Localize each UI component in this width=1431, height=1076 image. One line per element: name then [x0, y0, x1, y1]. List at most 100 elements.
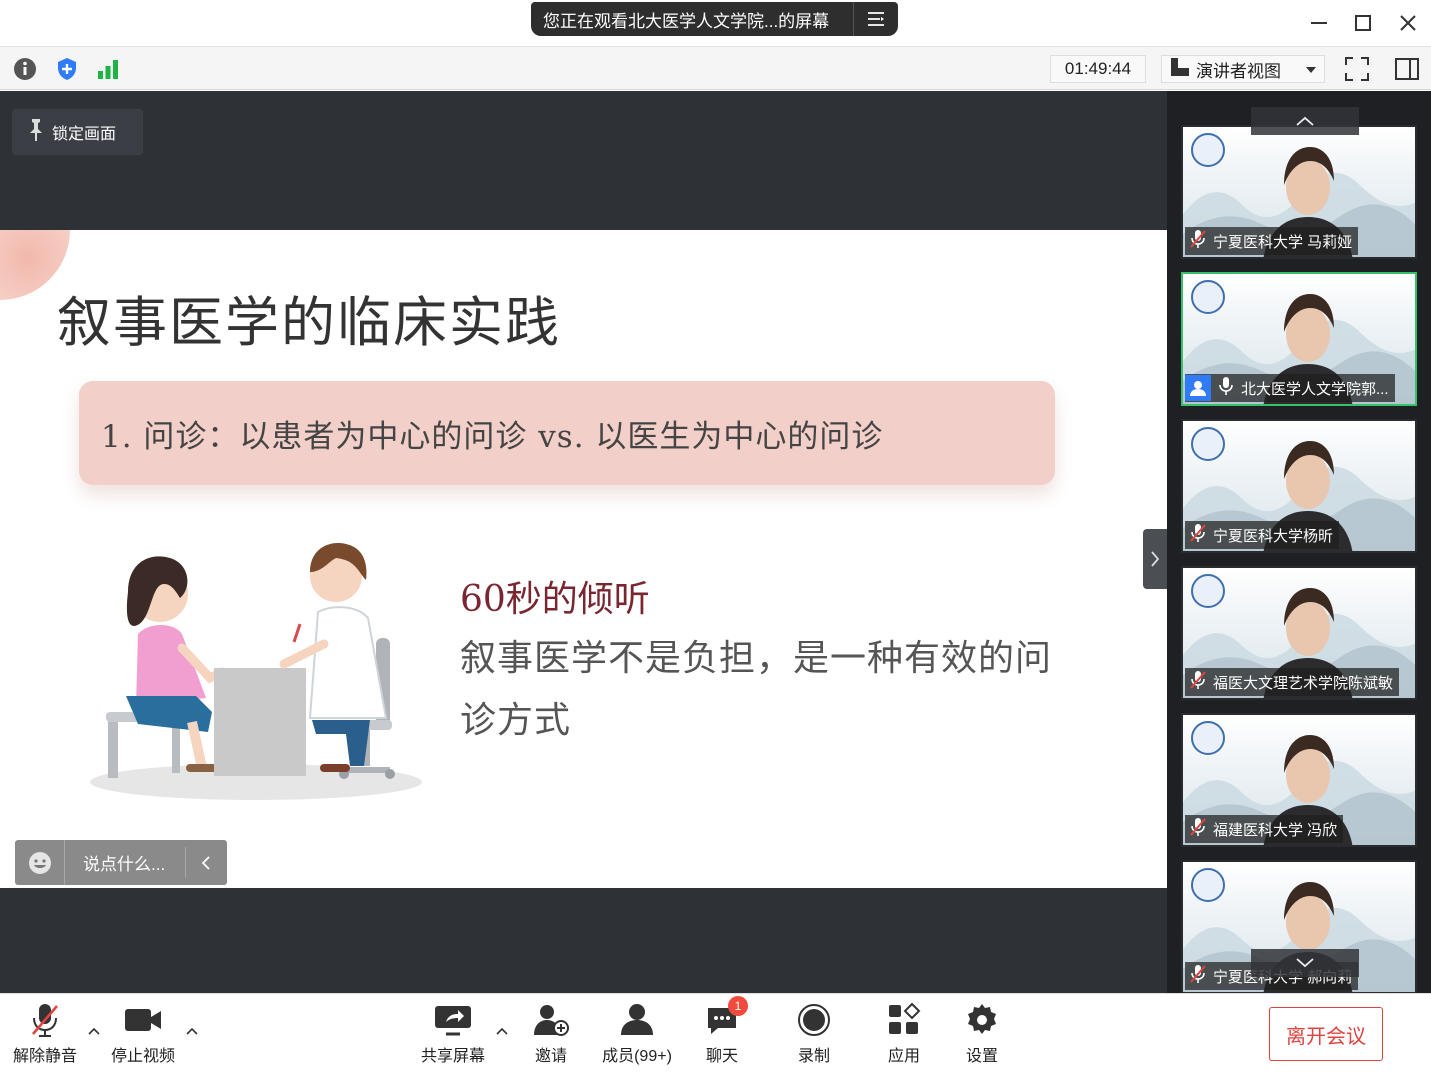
presentation-slide: 叙事医学的临床实践 1. 问诊：以患者为中心的问诊 vs. 以医生为中心的问诊	[0, 230, 1167, 888]
view-mode-label: 演讲者视图	[1196, 61, 1281, 81]
share-options-caret-icon[interactable]	[494, 1024, 510, 1038]
slide-heading: 60秒的倾听	[460, 579, 650, 620]
comment-bar[interactable]: 说点什么...	[15, 840, 227, 885]
record-label: 录制	[797, 1048, 830, 1065]
stop-video-label: 停止视频	[110, 1048, 175, 1065]
slide-body-text: 叙事医学不是负担，是一种有效的问诊方式	[460, 638, 1053, 741]
meeting-toolbar: 01:49:44 演讲者视图	[0, 46, 1431, 90]
leave-meeting-button[interactable]: 离开会议	[1269, 1007, 1383, 1061]
share-notice-text: 您正在观看北大医学人文学院...的屏幕	[543, 11, 830, 31]
university-logo-image	[1191, 280, 1225, 314]
chat-label: 聊天	[705, 1048, 738, 1065]
participant-name: 福建医科大学 冯欣	[1213, 821, 1338, 839]
participant-tile[interactable]: 福建医科大学 冯欣	[1181, 713, 1417, 847]
chat-badge: 1	[728, 996, 748, 1016]
chevron-right-icon	[1151, 551, 1160, 567]
university-logo-image	[1191, 574, 1225, 608]
mic-muted-icon	[1189, 229, 1207, 253]
share-screen-button[interactable]: 共享屏幕	[418, 1000, 488, 1070]
participant-tile[interactable]: 宁夏医科大学 马莉娅	[1181, 125, 1417, 259]
university-logo-image	[1191, 133, 1225, 167]
participant-name-bar: 宁夏医科大学杨昕	[1185, 521, 1340, 549]
mic-muted-icon	[25, 1000, 65, 1040]
participant-tile[interactable]: 北大医学人文学院郭...	[1181, 272, 1417, 406]
mic-muted-icon	[1189, 817, 1207, 841]
invite-label: 邀请	[534, 1048, 567, 1065]
chevron-up-icon	[1296, 116, 1314, 126]
participant-name: 福医大文理艺术学院陈斌敏	[1213, 674, 1394, 692]
side-panel-layout-icon[interactable]	[1393, 55, 1423, 83]
university-logo-image	[1191, 868, 1225, 902]
chevron-down-icon	[1305, 59, 1317, 79]
invite-button[interactable]: 邀请	[522, 1000, 580, 1070]
lock-view-button[interactable]: 锁定画面	[12, 109, 143, 155]
meeting-timer: 01:49:44	[1050, 55, 1146, 83]
share-screen-icon	[433, 1000, 473, 1040]
apps-label: 应用	[887, 1048, 920, 1065]
slide-point-box: 1. 问诊：以患者为中心的问诊 vs. 以医生为中心的问诊	[79, 381, 1055, 485]
stop-video-button[interactable]: 停止视频	[106, 1000, 180, 1070]
mic-icon	[1217, 376, 1235, 400]
chevron-left-icon[interactable]	[185, 846, 225, 879]
participant-name: 宁夏医科大学杨昕	[1213, 527, 1334, 545]
title-bar: 您正在观看北大医学人文学院...的屏幕	[0, 0, 1431, 46]
meeting-controls-bar: 解除静音 停止视频 共享屏幕 邀请 成员(99+) 1 聊天 录制 应用 设置 …	[0, 993, 1431, 1076]
share-notice-pill[interactable]: 您正在观看北大医学人文学院...的屏幕	[531, 2, 898, 36]
scroll-down-button[interactable]	[1251, 949, 1359, 977]
lock-view-label: 锁定画面	[52, 126, 117, 143]
participant-name: 宁夏医科大学 马莉娅	[1213, 233, 1353, 251]
record-icon	[794, 1000, 834, 1040]
audio-options-caret-icon[interactable]	[86, 1024, 102, 1038]
maximize-icon[interactable]	[1348, 8, 1378, 38]
participant-name: 北大医学人文学院郭...	[1241, 380, 1389, 398]
members-label: 成员(99+)	[602, 1048, 672, 1065]
university-logo-image	[1191, 721, 1225, 755]
participant-name-bar: 福医大文理艺术学院陈斌敏	[1185, 668, 1400, 696]
slide-title: 叙事医学的临床实践	[57, 291, 561, 354]
collapse-panel-button[interactable]	[1143, 529, 1167, 589]
university-logo-image	[1191, 427, 1225, 461]
info-icon[interactable]	[10, 54, 40, 84]
participant-name-bar: 福建医科大学 冯欣	[1185, 815, 1344, 843]
share-screen-label: 共享屏幕	[420, 1048, 485, 1065]
emoji-icon[interactable]	[15, 840, 65, 885]
minimize-icon[interactable]	[1304, 8, 1334, 38]
comment-input[interactable]: 说点什么...	[65, 850, 185, 875]
slide-point-text: 1. 问诊：以患者为中心的问诊 vs. 以医生为中心的问诊	[101, 419, 884, 455]
video-options-caret-icon[interactable]	[184, 1024, 200, 1038]
camera-icon	[123, 1000, 163, 1040]
unmute-label: 解除静音	[12, 1048, 77, 1065]
close-icon[interactable]	[1393, 8, 1423, 38]
mic-muted-icon	[1189, 964, 1207, 988]
fullscreen-icon[interactable]	[1343, 55, 1373, 83]
members-button[interactable]: 成员(99+)	[596, 1000, 678, 1070]
mic-muted-icon	[1189, 670, 1207, 694]
participant-name-bar: 宁夏医科大学 马莉娅	[1185, 227, 1359, 255]
scroll-up-button[interactable]	[1251, 107, 1359, 135]
doctor-patient-illustration	[90, 543, 422, 800]
chat-button[interactable]: 1 聊天	[700, 996, 748, 1070]
view-mode-select[interactable]: 演讲者视图	[1161, 55, 1325, 83]
mic-muted-icon	[1189, 523, 1207, 547]
signal-strength-icon[interactable]	[93, 54, 123, 84]
gear-icon	[962, 1000, 1002, 1040]
apps-button[interactable]: 应用	[882, 1000, 926, 1070]
view-layout-icon	[1170, 57, 1190, 82]
chevron-down-icon	[1296, 958, 1314, 968]
security-shield-icon[interactable]	[52, 54, 82, 84]
user-icon	[1185, 375, 1211, 401]
apps-icon	[884, 1000, 924, 1040]
members-icon	[617, 1000, 657, 1040]
menu-icon[interactable]	[853, 2, 898, 36]
add-user-icon	[531, 1000, 571, 1040]
record-button[interactable]: 录制	[792, 1000, 836, 1070]
pin-icon	[28, 118, 44, 147]
settings-button[interactable]: 设置	[960, 1000, 1004, 1070]
chat-icon: 1	[702, 996, 748, 1040]
participant-name-bar: 北大医学人文学院郭...	[1185, 374, 1395, 402]
participant-tile[interactable]: 福医大文理艺术学院陈斌敏	[1181, 566, 1417, 700]
shared-screen-stage: 锁定画面 叙事医学的临床实践 1. 问诊：以患者为中心的问诊 vs. 以医生为中…	[0, 91, 1167, 993]
settings-label: 设置	[965, 1048, 998, 1065]
participant-tile[interactable]: 宁夏医科大学杨昕	[1181, 419, 1417, 553]
unmute-button[interactable]: 解除静音	[10, 1000, 80, 1070]
